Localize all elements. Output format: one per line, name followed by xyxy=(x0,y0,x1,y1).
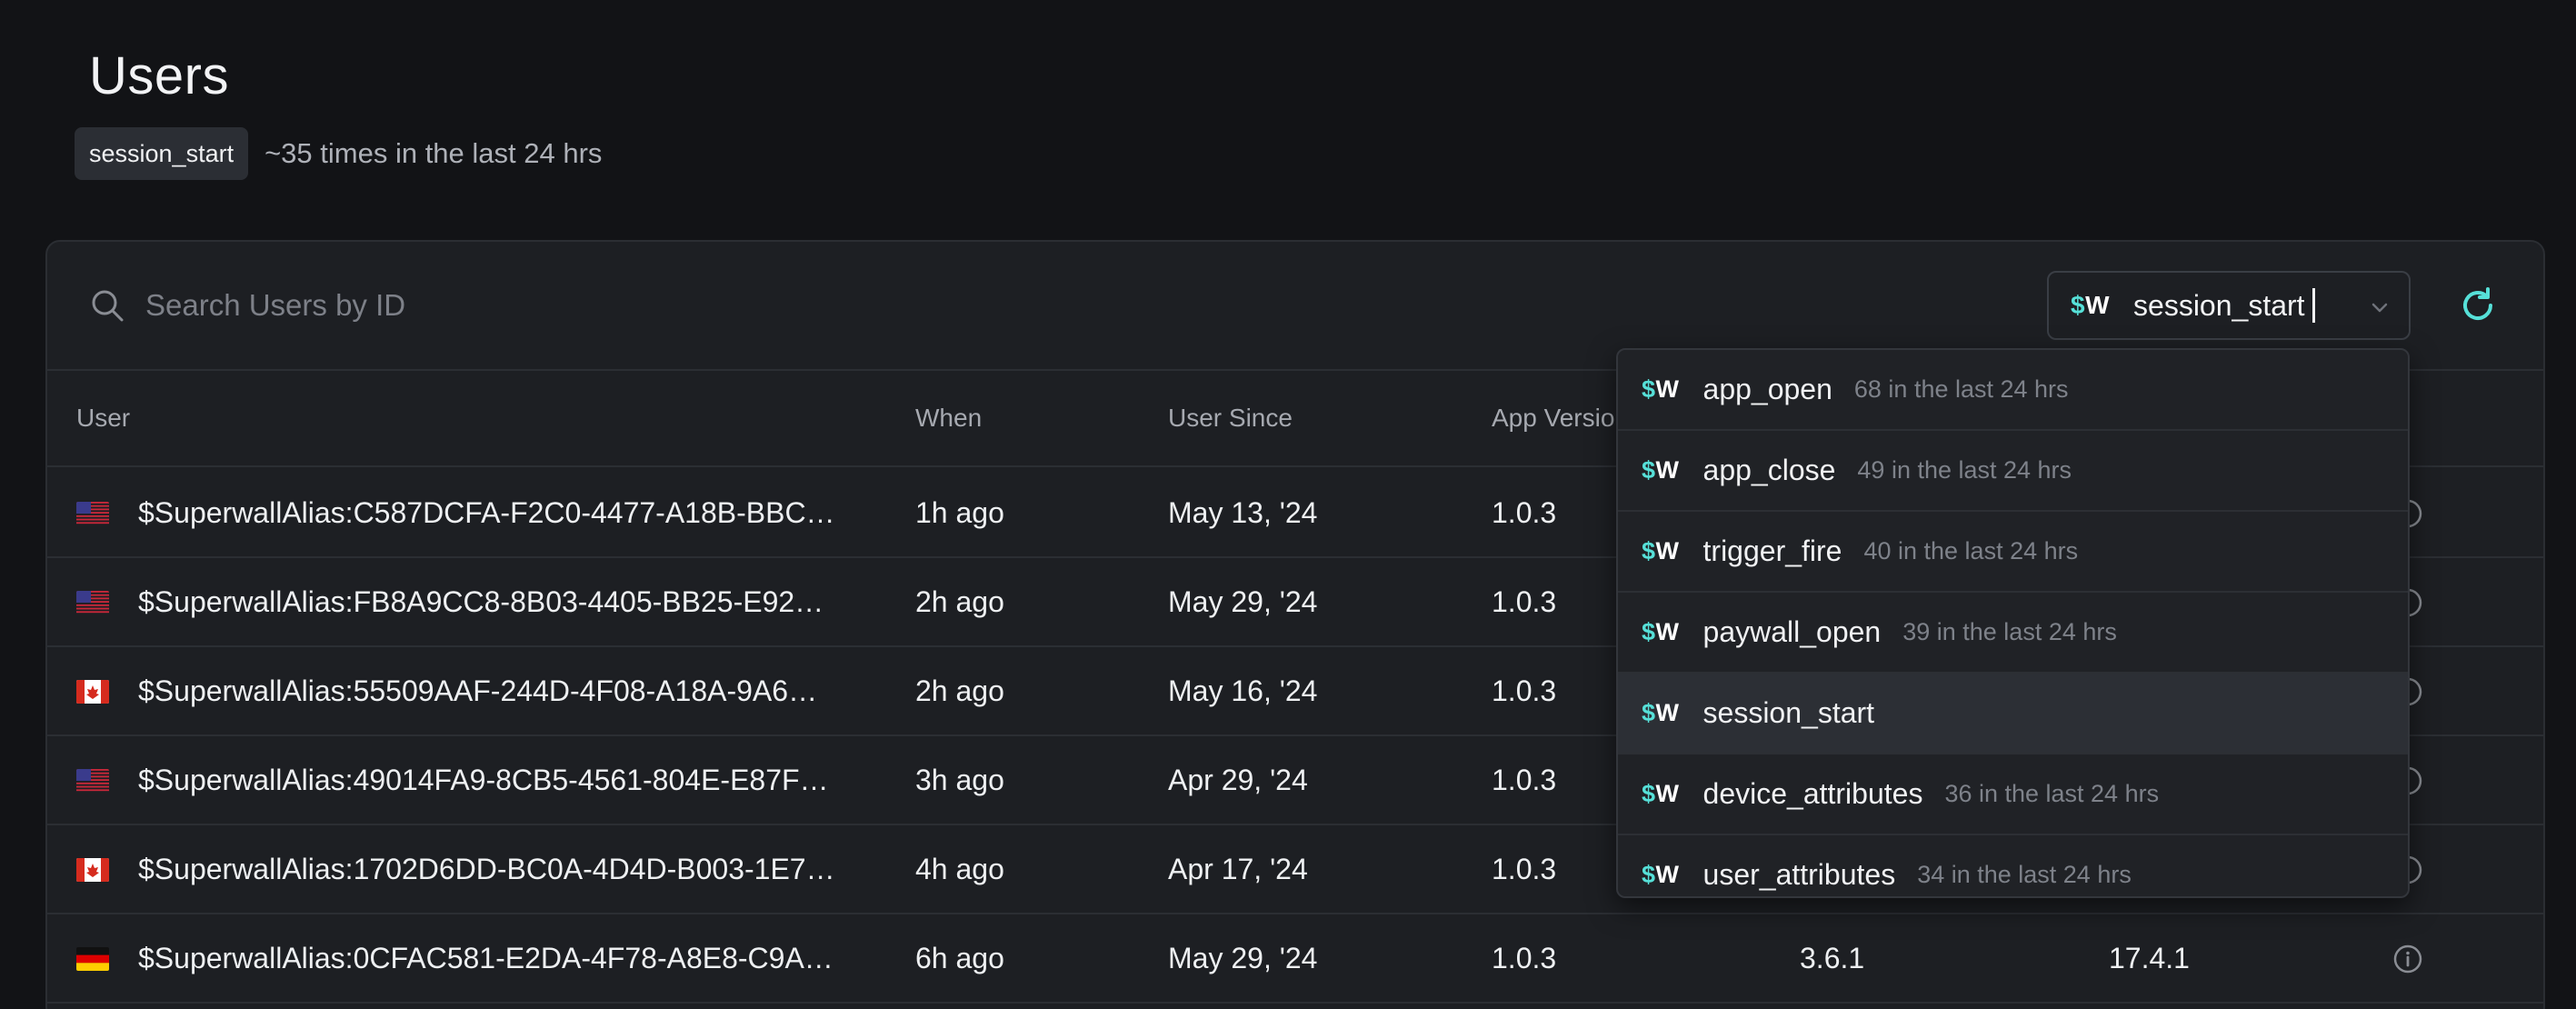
dropdown-option-app-close[interactable]: $W app_close 49 in the last 24 hrs xyxy=(1618,431,2408,512)
superwall-logo-icon: $W xyxy=(1642,456,1680,484)
event-summary: session_start ~35 times in the last 24 h… xyxy=(75,127,602,180)
dropdown-option-user-attributes[interactable]: $W user_attributes 34 in the last 24 hrs xyxy=(1618,835,2408,896)
event-dropdown-menu: $W app_open 68 in the last 24 hrs $W app_clo… xyxy=(1616,348,2410,898)
chevron-down-icon[interactable] xyxy=(2369,296,2391,318)
dropdown-option-device-attributes[interactable]: $W device_attributes 36 in the last 24 hrs xyxy=(1618,754,2408,835)
superwall-logo-icon: $W xyxy=(1642,861,1680,888)
user-id-cell[interactable]: $SuperwallAlias:0CFAC581-E2DA-4F78-A8E8-… xyxy=(138,942,902,975)
option-count: 40 in the last 24 hrs xyxy=(1863,537,2079,564)
option-count: 49 in the last 24 hrs xyxy=(1857,456,2072,484)
option-label: app_close xyxy=(1702,454,1836,486)
user-since-cell: Apr 29, '24 xyxy=(1168,764,1308,796)
option-label: app_open xyxy=(1702,373,1832,405)
option-count: 68 in the last 24 hrs xyxy=(1853,375,2069,403)
option-count: 36 in the last 24 hrs xyxy=(1944,780,2160,807)
page-title: Users xyxy=(89,46,229,105)
column-header-user[interactable]: User xyxy=(76,404,130,433)
app-version-cell: 1.0.3 xyxy=(1492,764,1557,796)
column-header-app-version[interactable]: App Version xyxy=(1492,404,1629,433)
user-since-cell: May 16, '24 xyxy=(1168,674,1318,707)
flag-de-icon xyxy=(76,947,109,971)
table-row[interactable]: $SuperwallAlias:0CFAC581-E2DA-4F78-A8E8-… xyxy=(47,914,2543,1004)
text-caret xyxy=(2311,288,2315,323)
app-version-cell: 1.0.3 xyxy=(1492,942,1557,974)
user-id-cell[interactable]: $SuperwallAlias:49014FA9-8CB5-4561-804E-… xyxy=(138,764,902,797)
option-label: device_attributes xyxy=(1702,777,1923,810)
when-cell: 3h ago xyxy=(915,764,1004,796)
user-since-cell: Apr 17, '24 xyxy=(1168,853,1308,885)
app-version-cell: 1.0.3 xyxy=(1492,585,1557,618)
user-since-cell: May 29, '24 xyxy=(1168,585,1318,618)
flag-us-icon xyxy=(76,769,109,793)
user-id-cell[interactable]: $SuperwallAlias:1702D6DD-BC0A-4D4D-B003-… xyxy=(138,853,902,886)
event-count-text: ~35 times in the last 24 hrs xyxy=(265,137,603,169)
event-select-value[interactable]: session_start xyxy=(2133,289,2305,323)
option-label: paywall_open xyxy=(1702,615,1882,648)
superwall-logo-icon: $W xyxy=(1642,375,1680,403)
users-page: Users session_start ~35 times in the las… xyxy=(0,0,2576,1009)
sdk-version-cell: 3.6.1 xyxy=(1800,942,1865,974)
app-version-cell: 1.0.3 xyxy=(1492,853,1557,885)
flag-us-icon xyxy=(76,502,109,525)
option-label: user_attributes xyxy=(1702,858,1896,891)
flag-us-icon xyxy=(76,591,109,614)
when-cell: 6h ago xyxy=(915,942,1004,974)
user-id-cell[interactable]: $SuperwallAlias:C587DCFA-F2C0-4477-A18B-… xyxy=(138,496,902,530)
superwall-logo-icon: $W xyxy=(2071,291,2111,319)
when-cell: 1h ago xyxy=(915,496,1004,529)
os-version-cell: 17.4.1 xyxy=(2109,942,2190,974)
info-icon[interactable] xyxy=(2392,944,2423,974)
event-chip: session_start xyxy=(75,127,249,180)
dropdown-option-app-open[interactable]: $W app_open 68 in the last 24 hrs xyxy=(1618,350,2408,431)
when-cell: 2h ago xyxy=(915,585,1004,618)
search-input[interactable] xyxy=(145,278,964,333)
event-select[interactable]: $W session_start xyxy=(2047,271,2411,340)
dropdown-option-trigger-fire[interactable]: $W trigger_fire 40 in the last 24 hrs xyxy=(1618,512,2408,593)
dropdown-option-session-start[interactable]: $W session_start xyxy=(1618,674,2408,754)
option-count: 39 in the last 24 hrs xyxy=(1902,618,2117,645)
column-header-user-since[interactable]: User Since xyxy=(1168,404,1293,433)
user-id-cell[interactable]: $SuperwallAlias:FB8A9CC8-8B03-4405-BB25-… xyxy=(138,585,902,619)
option-count: 34 in the last 24 hrs xyxy=(1917,861,2132,888)
option-label: trigger_fire xyxy=(1702,534,1842,567)
when-cell: 2h ago xyxy=(915,674,1004,707)
when-cell: 4h ago xyxy=(915,853,1004,885)
user-id-cell[interactable]: $SuperwallAlias:55509AAF-244D-4F08-A18A-… xyxy=(138,674,902,708)
superwall-logo-icon: $W xyxy=(1642,699,1680,726)
app-version-cell: 1.0.3 xyxy=(1492,674,1557,707)
superwall-logo-icon: $W xyxy=(1642,618,1680,645)
user-since-cell: May 29, '24 xyxy=(1168,942,1318,974)
user-since-cell: May 13, '24 xyxy=(1168,496,1318,529)
flag-ca-icon xyxy=(76,858,109,882)
superwall-logo-icon: $W xyxy=(1642,537,1680,564)
flag-ca-icon xyxy=(76,680,109,704)
option-label: session_start xyxy=(1702,696,1875,729)
column-header-when[interactable]: When xyxy=(915,404,982,433)
app-version-cell: 1.0.3 xyxy=(1492,496,1557,529)
superwall-logo-icon: $W xyxy=(1642,780,1680,807)
search-icon xyxy=(92,290,124,322)
dropdown-option-paywall-open[interactable]: $W paywall_open 39 in the last 24 hrs xyxy=(1618,593,2408,674)
refresh-icon[interactable] xyxy=(2456,284,2500,327)
